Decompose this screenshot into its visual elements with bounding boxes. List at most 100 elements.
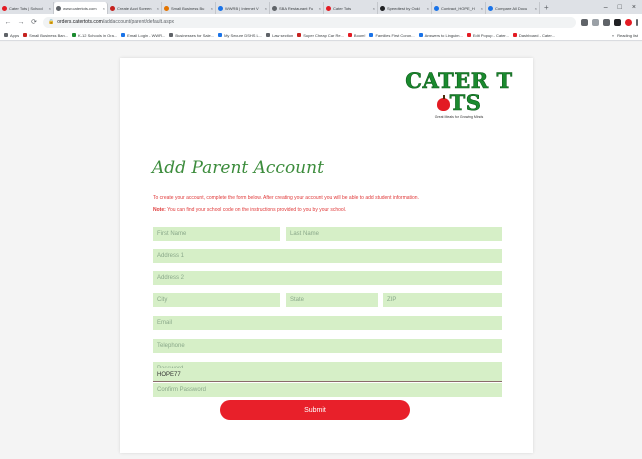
address2-field[interactable]: Address 2: [153, 271, 502, 285]
note-text: Note: You can find your school code on t…: [153, 207, 347, 213]
close-window-icon[interactable]: ×: [632, 4, 636, 11]
state-field[interactable]: State: [286, 293, 378, 307]
bookmark-favicon-icon: [347, 33, 352, 37]
account-form-card: CATER TTS Great Meals for Growing Minds …: [120, 58, 533, 453]
close-tab-icon[interactable]: ×: [49, 6, 51, 11]
bookmark-item[interactable]: Email Login - WWR...: [121, 33, 165, 38]
tab-title: Small Business Bu: [171, 5, 205, 11]
page-title: Add Parent Account: [152, 158, 324, 178]
school-code-field[interactable]: HOPE77: [153, 368, 502, 382]
lock-icon[interactable]: 🔒: [48, 19, 54, 25]
tab-favicon-icon: [272, 5, 277, 11]
bookmark-label: My Secure DSHS L...: [224, 32, 263, 38]
cater-tots-logo: CATER TTS Great Meals for Growing Minds: [399, 68, 519, 119]
reload-icon[interactable]: ⟳: [30, 18, 38, 26]
bookmark-item[interactable]: Law section: [266, 33, 293, 38]
url-text: orders.catertots.com/addaccount/parent/d…: [57, 19, 174, 25]
back-icon[interactable]: ←: [4, 19, 12, 26]
tab-favicon-icon: [56, 5, 61, 11]
tab-title: Speedtest by Ookl: [387, 5, 420, 11]
tab-title: Cater Tots: [333, 5, 352, 11]
bookmark-item[interactable]: Apps: [4, 33, 19, 38]
bookmark-favicon-icon: [418, 33, 423, 37]
maximize-icon[interactable]: □: [618, 4, 622, 11]
bookmark-favicon-icon: [369, 33, 374, 37]
bookmark-label: Super Cheap Car Re...: [303, 32, 344, 38]
bookmark-item[interactable]: Answers to Linguim...: [418, 33, 463, 38]
confirm-password-field[interactable]: Confirm Password: [153, 383, 502, 397]
profile-avatar[interactable]: [625, 18, 632, 26]
zip-field[interactable]: ZIP: [383, 293, 502, 307]
close-tab-icon[interactable]: ×: [373, 6, 375, 11]
tab-title: Compare All Docu: [495, 5, 528, 11]
bookmark-favicon-icon: [4, 33, 8, 37]
logo-wordmark: CATER TTS: [405, 68, 513, 115]
close-tab-icon[interactable]: ×: [157, 6, 159, 11]
reading-list-button[interactable]: Reading list: [617, 33, 638, 38]
address1-field[interactable]: Address 1: [153, 249, 502, 263]
bookmark-favicon-icon: [121, 33, 126, 37]
browser-tab-strip: Cater Tots | School × www.catertots.com × Cr…: [0, 0, 642, 14]
tab-title: WWRB | Internet V: [225, 5, 259, 11]
puzzle-icon[interactable]: [614, 18, 621, 26]
close-tab-icon[interactable]: ×: [427, 6, 429, 11]
browser-tab[interactable]: Create Acct Screen ×: [108, 2, 162, 14]
url-input[interactable]: 🔒 orders.catertots.com/addaccount/parent…: [43, 16, 576, 28]
bookmark-label: Edit Popup - Cater...: [472, 32, 509, 38]
browser-tab[interactable]: Cater Tots ×: [324, 2, 378, 14]
close-tab-icon[interactable]: ×: [211, 6, 213, 11]
bookmark-favicon-icon: [466, 33, 471, 37]
bookmark-item[interactable]: Businesses for Sale...: [169, 33, 214, 38]
browser-tab[interactable]: SBA Restaurant Fu ×: [270, 2, 324, 14]
first-name-field[interactable]: First Name: [153, 227, 280, 241]
key-icon[interactable]: [581, 18, 588, 26]
address-bar: ← → ⟳ 🔒 orders.catertots.com/addaccount/…: [0, 14, 642, 30]
tab-title: Cater Tots | School: [9, 5, 43, 11]
email-field[interactable]: Email: [153, 316, 502, 330]
browser-tab[interactable]: Compare All Docu ×: [486, 2, 540, 14]
star-icon[interactable]: [592, 18, 599, 26]
bookmark-item[interactable]: Boom!: [347, 33, 365, 38]
more-bookmarks-icon[interactable]: »: [612, 33, 614, 38]
close-tab-icon[interactable]: ×: [481, 6, 483, 11]
bookmark-label: Dashboard - Cater...: [518, 32, 555, 38]
bookmark-label: Apps: [10, 32, 20, 38]
bookmark-item[interactable]: Dashboard - Cater...: [512, 32, 555, 38]
extension-icon[interactable]: [603, 18, 610, 26]
telephone-field[interactable]: Telephone: [153, 339, 502, 353]
tab-favicon-icon: [380, 5, 385, 11]
submit-button[interactable]: Submit: [220, 400, 410, 420]
close-tab-icon[interactable]: ×: [535, 6, 537, 11]
bookmark-item[interactable]: Edit Popup - Cater...: [466, 32, 509, 38]
bookmarks-bar: Apps Small Business Ban... K-12 Schools in…: [0, 30, 642, 41]
bookmark-favicon-icon: [266, 33, 271, 37]
browser-tab[interactable]: www.catertots.com ×: [54, 2, 108, 14]
city-field[interactable]: City: [153, 293, 280, 307]
close-tab-icon[interactable]: ×: [319, 6, 321, 11]
tab-favicon-icon: [164, 5, 169, 11]
tab-favicon-icon: [218, 5, 223, 11]
bookmark-item[interactable]: My Secure DSHS L...: [218, 33, 262, 38]
browser-tab[interactable]: Contract_HOPE_H ×: [432, 2, 486, 14]
last-name-field[interactable]: Last Name: [286, 227, 502, 241]
bookmark-item[interactable]: Small Business Ban...: [23, 33, 68, 38]
tab-title: www.catertots.com: [63, 5, 97, 11]
intro-text: To create your account, complete the for…: [153, 195, 419, 201]
menu-icon[interactable]: [636, 18, 638, 26]
browser-tab[interactable]: Cater Tots | School ×: [0, 2, 54, 14]
bookmark-item[interactable]: K-12 Schools in Ora...: [72, 33, 117, 38]
browser-tab[interactable]: Speedtest by Ookl ×: [378, 2, 432, 14]
bookmark-label: Families First Coron...: [375, 32, 415, 38]
close-tab-icon[interactable]: ×: [265, 6, 267, 11]
bookmark-item[interactable]: Families First Coron...: [369, 32, 415, 38]
close-tab-icon[interactable]: ×: [103, 6, 105, 11]
browser-tab[interactable]: WWRB | Internet V ×: [216, 2, 270, 14]
forward-icon[interactable]: →: [17, 19, 25, 26]
bookmark-item[interactable]: Super Cheap Car Re...: [297, 33, 344, 38]
bookmark-label: Small Business Ban...: [29, 32, 69, 38]
bookmark-favicon-icon: [23, 33, 28, 37]
browser-tab[interactable]: Small Business Bu ×: [162, 2, 216, 14]
new-tab-button[interactable]: +: [540, 2, 553, 14]
minimize-icon[interactable]: –: [604, 4, 608, 11]
window-controls: – □ ×: [603, 0, 642, 14]
